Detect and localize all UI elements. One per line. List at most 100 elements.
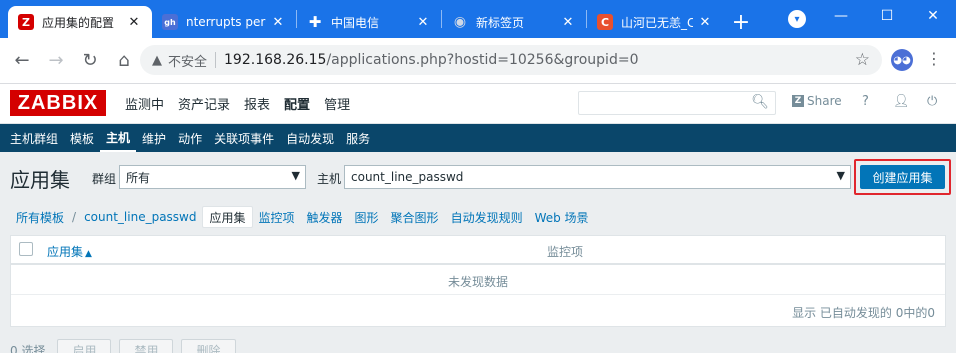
column-header-application[interactable]: 应用集 ▲	[47, 243, 92, 260]
address-bar[interactable]: ▲ 不安全 192.168.26.15/applications.php?hos…	[140, 45, 882, 75]
zabbix-favicon-icon: Z	[18, 14, 34, 30]
chevron-down-icon: ▼	[836, 169, 845, 182]
tab-title: 中国电信	[331, 15, 380, 30]
chevron-down-icon: ▼	[291, 169, 300, 182]
submenu-actions[interactable]: 动作	[172, 124, 208, 152]
close-icon[interactable]: ✕	[697, 15, 713, 30]
search-input[interactable]: 🔍︎	[578, 91, 776, 115]
tab-discovery-rules[interactable]: 自动发现规则	[445, 206, 529, 228]
sign-out-icon[interactable]: ⏻	[927, 94, 937, 109]
submenu-event-correlation[interactable]: 关联项事件	[208, 124, 280, 152]
mass-action-bar: 0 选择 启用 禁用 删除	[10, 339, 244, 353]
close-icon[interactable]: ✕	[270, 15, 286, 30]
main-menu-configuration[interactable]: 配置	[277, 84, 317, 122]
insecure-label[interactable]: 不安全	[168, 51, 207, 70]
bookmark-star-icon[interactable]: ☆	[855, 50, 870, 70]
telecom-favicon-icon: ✚	[308, 13, 322, 31]
create-application-button[interactable]: 创建应用集	[860, 165, 945, 189]
main-menu-administration[interactable]: 管理	[317, 84, 357, 122]
table-count-text: 显示 已自动发现的 0中的0	[792, 306, 935, 320]
browser-toolbar: ← → ↻ ⌂ ▲ 不安全 192.168.26.15/applications…	[0, 38, 956, 84]
profile-avatar[interactable]: ◕◕	[891, 49, 913, 71]
disable-button[interactable]: 禁用	[119, 339, 174, 353]
close-icon[interactable]: ✕	[560, 15, 576, 30]
zabbix-share-icon: Z	[792, 95, 804, 107]
window-close-icon[interactable]: ✕	[910, 0, 956, 32]
browser-tab[interactable]: ✚ 中国电信 ✕	[297, 6, 441, 38]
tab-title: 应用集的配置	[42, 15, 115, 30]
select-all-checkbox[interactable]	[19, 242, 33, 256]
group-filter-label: 群组	[92, 172, 117, 186]
browser-tab[interactable]: C 山河已无恙_C ✕	[587, 6, 723, 38]
selected-count: 0 选择	[10, 343, 46, 353]
search-icon[interactable]: 🔍︎	[751, 94, 769, 110]
breadcrumb: 所有模板 / count_line_passwd 应用集 监控项 触发器 图形 …	[10, 205, 595, 229]
host-select-value: count_line_passwd	[351, 170, 464, 184]
main-menu-inventory[interactable]: 资产记录	[171, 84, 237, 122]
github-favicon-icon: gh	[162, 14, 178, 30]
globe-favicon-icon: ◉	[453, 14, 467, 30]
tab-graphs[interactable]: 图形	[349, 206, 385, 228]
tab-items[interactable]: 监控项	[253, 206, 301, 228]
browser-tab-active[interactable]: Z 应用集的配置 ✕	[8, 6, 152, 38]
share-link[interactable]: Z Share	[792, 94, 842, 108]
zabbix-header: ZABBIX 监测中 资产记录 报表 配置 管理 🔍︎ Z Share ? 👤︎…	[0, 84, 956, 124]
browser-tab[interactable]: ◉ 新标签页 ✕	[442, 6, 586, 38]
close-icon[interactable]: ✕	[415, 15, 431, 30]
create-button-highlight: 创建应用集	[854, 159, 951, 195]
tab-search-icon[interactable]: ▾	[788, 10, 806, 28]
enable-button[interactable]: 启用	[57, 339, 112, 353]
tab-applications[interactable]: 应用集	[202, 206, 253, 228]
share-label: Share	[807, 94, 842, 108]
new-tab-button[interactable]: +	[727, 6, 755, 38]
column-header-items: 监控项	[547, 245, 584, 259]
group-select[interactable]: 所有 ▼	[119, 165, 306, 189]
submenu-services[interactable]: 服务	[340, 124, 376, 152]
page-title: 应用集	[10, 168, 70, 192]
sub-menu: 主机群组 模板 主机 维护 动作 关联项事件 自动发现 服务	[0, 124, 956, 152]
main-menu-monitoring[interactable]: 监测中	[118, 84, 171, 122]
table-header: 应用集 ▲ 监控项	[11, 236, 945, 265]
forward-arrow-icon[interactable]: →	[40, 45, 72, 77]
table-footer: 显示 已自动发现的 0中的0	[11, 295, 945, 326]
url-path: /applications.php?hostid=10256&groupid=0	[326, 52, 639, 68]
zabbix-logo[interactable]: ZABBIX	[10, 90, 106, 116]
reload-icon[interactable]: ↻	[74, 45, 106, 77]
no-data-message: 未发现数据	[447, 275, 508, 289]
browser-tab-strip: Z 应用集的配置 ✕ gh nterrupts per ✕ ✚ 中国电信 ✕ ◉…	[0, 0, 956, 38]
sort-arrow-icon: ▲	[85, 249, 92, 259]
tab-triggers[interactable]: 触发器	[301, 206, 349, 228]
submenu-templates[interactable]: 模板	[64, 124, 100, 152]
tab-web-scenarios[interactable]: Web 场景	[529, 206, 595, 228]
column-application-label: 应用集	[47, 245, 84, 259]
group-select-value: 所有	[126, 170, 151, 185]
minimize-icon[interactable]: —	[818, 0, 864, 32]
close-icon[interactable]: ✕	[126, 15, 142, 30]
maximize-icon[interactable]: ☐	[864, 0, 910, 32]
help-icon[interactable]: ?	[862, 94, 869, 109]
applications-table: 应用集 ▲ 监控项 未发现数据 显示 已自动发现的 0中的0	[10, 235, 946, 327]
breadcrumb-all-templates[interactable]: 所有模板	[10, 206, 70, 228]
url-text[interactable]: 192.168.26.15/applications.php?hostid=10…	[224, 52, 638, 68]
host-select[interactable]: count_line_passwd ▼	[344, 165, 851, 189]
delete-button[interactable]: 删除	[181, 339, 236, 353]
submenu-maintenance[interactable]: 维护	[136, 124, 172, 152]
browser-menu-icon[interactable]: ⋮	[926, 49, 942, 68]
tab-screens[interactable]: 聚合图形	[385, 206, 445, 228]
back-arrow-icon[interactable]: ←	[6, 45, 38, 77]
tab-title: 新标签页	[476, 15, 525, 30]
submenu-discovery[interactable]: 自动发现	[280, 124, 340, 152]
host-filter-label: 主机	[317, 172, 342, 186]
home-icon[interactable]: ⌂	[108, 45, 140, 77]
breadcrumb-separator: /	[72, 210, 77, 224]
csdn-favicon-icon: C	[597, 14, 613, 30]
browser-tab[interactable]: gh nterrupts per ✕	[152, 6, 296, 38]
breadcrumb-host[interactable]: count_line_passwd	[78, 206, 202, 228]
main-menu-reports[interactable]: 报表	[237, 84, 277, 122]
user-profile-icon[interactable]: 👤︎	[893, 94, 910, 109]
submenu-hosts[interactable]: 主机	[100, 124, 137, 152]
warning-triangle-icon[interactable]: ▲	[152, 53, 162, 68]
tab-title: nterrupts per	[186, 15, 266, 29]
table-row: 未发现数据	[11, 265, 945, 295]
submenu-host-groups[interactable]: 主机群组	[4, 124, 64, 152]
